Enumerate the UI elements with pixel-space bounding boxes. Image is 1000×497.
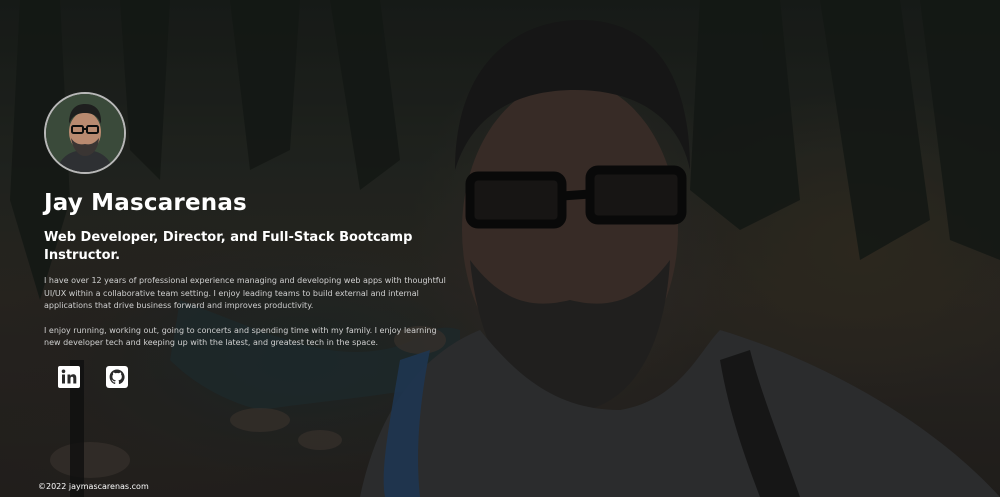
tagline: Web Developer, Director, and Full-Stack … bbox=[44, 230, 413, 263]
page: Jay Mascarenas Web Developer, Director, … bbox=[0, 0, 1000, 497]
bio-paragraph: I enjoy running, working out, going to c… bbox=[44, 325, 437, 348]
footer-copyright: ©2022 jaymascarenas.com bbox=[38, 482, 149, 491]
social-links bbox=[44, 365, 464, 388]
page-title: Jay Mascarenas bbox=[44, 190, 247, 216]
avatar-portrait bbox=[46, 94, 124, 172]
linkedin-icon bbox=[58, 365, 80, 388]
github-link[interactable] bbox=[106, 365, 128, 388]
github-icon bbox=[106, 365, 128, 388]
intro-section: Jay Mascarenas Web Developer, Director, … bbox=[44, 92, 464, 388]
bio-paragraph: I have over 12 years of professional exp… bbox=[44, 276, 446, 310]
avatar bbox=[44, 92, 126, 174]
linkedin-link[interactable] bbox=[58, 365, 80, 388]
